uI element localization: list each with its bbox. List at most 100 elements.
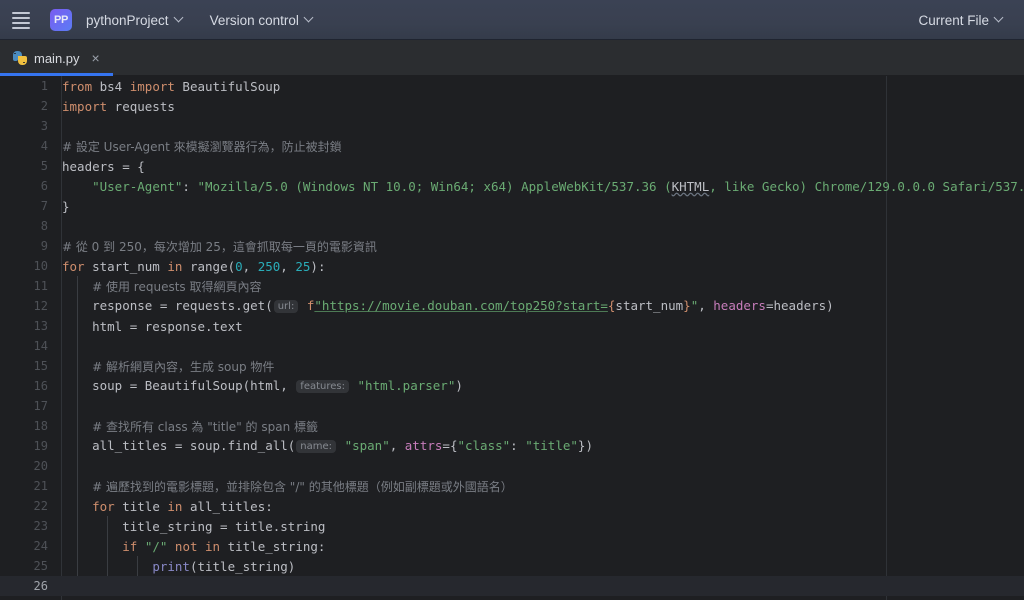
code-line-text: for start_num in range(0, 250, 25): (62, 259, 325, 274)
close-icon[interactable]: × (89, 51, 103, 65)
code-line[interactable]: 7} (0, 196, 1024, 216)
code-line[interactable]: 4 # 設定 User-Agent 來模擬瀏覽器行為，防止被封鎖 (0, 136, 1024, 156)
line-number: 14 (33, 339, 48, 353)
line-number: 15 (33, 359, 48, 373)
code-line[interactable]: 23 title_string = title.string (0, 516, 1024, 536)
code-token: "Mozilla/5.0 (Windows NT 10.0; Win64; x6… (197, 178, 672, 194)
code-line[interactable]: 15 # 解析網頁內容，生成 soup 物件 (0, 356, 1024, 376)
code-token: KHTML (671, 178, 710, 194)
code-token: # 查找所有 class 為 "title" 的 span 標籤 (92, 419, 318, 434)
code-line[interactable]: 22 for title in all_titles: (0, 496, 1024, 516)
code-token: import (62, 98, 108, 114)
code-token: : (510, 438, 526, 453)
code-token: requests (107, 98, 175, 114)
code-token: , (389, 438, 405, 453)
code-line[interactable]: 18 # 查找所有 class 為 "title" 的 span 標籤 (0, 416, 1024, 436)
line-number: 6 (40, 179, 48, 193)
line-number: 22 (33, 499, 48, 513)
project-name-label: pythonProject (86, 12, 169, 28)
code-token: title (114, 498, 168, 514)
version-control-widget[interactable]: Version control (204, 10, 320, 31)
code-line-text: # 使用 requests 取得網頁內容 (62, 278, 261, 295)
line-number: 5 (40, 159, 48, 173)
code-line[interactable]: 10 for start_num in range(0, 250, 25): (0, 256, 1024, 276)
line-number: 18 (33, 419, 48, 433)
code-content[interactable]: 1 from bs4 import BeautifulSoup 2 import re… (0, 76, 1024, 600)
code-line[interactable]: 3 (0, 116, 1024, 136)
code-token: attrs (404, 438, 443, 453)
code-line[interactable]: 14 (0, 336, 1024, 356)
code-line[interactable]: 26 (0, 576, 1024, 596)
code-token: 250 (257, 258, 281, 274)
code-line[interactable]: 11 # 使用 requests 取得網頁內容 (0, 276, 1024, 296)
code-line[interactable]: 25 print(title_string) (0, 556, 1024, 576)
indent-guide (76, 396, 78, 416)
code-token: # 從 0 到 250，每次增加 25，這會抓取每一頁的電影資訊 (62, 239, 377, 254)
code-line[interactable]: 12 response = requests.get(url: f"https:… (0, 296, 1024, 316)
code-token: # 遍歷找到的電影標題，並排除包含 "/" 的其他標題（例如副標題或外國語名） (92, 479, 513, 494)
code-token: "html.parser" (357, 378, 456, 393)
code-line-text: response = requests.get(url: f"https://m… (62, 298, 834, 314)
code-token: all_titles: (182, 498, 273, 514)
code-line[interactable]: 9 # 從 0 到 250，每次增加 25，這會抓取每一頁的電影資訊 (0, 236, 1024, 256)
code-line-text: # 查找所有 class 為 "title" 的 span 標籤 (62, 418, 318, 435)
code-line[interactable]: 6 "User-Agent": "Mozilla/5.0 (Windows NT… (0, 176, 1024, 196)
main-menu-icon[interactable] (10, 9, 32, 31)
code-token: not (174, 538, 198, 554)
code-line[interactable]: 2 import requests (0, 96, 1024, 116)
code-token: "span" (344, 438, 390, 453)
code-token: range( (182, 258, 236, 274)
hamburger-bar (12, 11, 30, 14)
code-line-text: title_string = title.string (62, 519, 325, 534)
indent-guide (76, 336, 78, 356)
code-token: bs4 (92, 78, 130, 94)
code-line[interactable]: 1 from bs4 import BeautifulSoup (0, 76, 1024, 96)
line-number: 12 (33, 299, 48, 313)
code-editor[interactable]: 1 from bs4 import BeautifulSoup 2 import re… (0, 76, 1024, 600)
hamburger-bar (12, 21, 30, 24)
code-line-text: # 設定 User-Agent 來模擬瀏覽器行為，防止被封鎖 (62, 138, 342, 155)
code-token: title_string: (220, 538, 326, 554)
code-line[interactable]: 8 (0, 216, 1024, 236)
code-line[interactable]: 16 soup = BeautifulSoup(html, features: … (0, 376, 1024, 396)
code-line[interactable]: 21 # 遍歷找到的電影標題，並排除包含 "/" 的其他標題（例如副標題或外國語… (0, 476, 1024, 496)
project-name-selector[interactable]: pythonProject (80, 10, 190, 31)
python-file-icon (12, 51, 27, 66)
line-number: 11 (33, 279, 48, 293)
code-token: "https://movie.douban.com/top250?start= (314, 298, 608, 313)
code-token: import (129, 78, 175, 94)
code-line-text: all_titles = soup.find_all(name: "span",… (62, 438, 593, 454)
hamburger-bar (12, 16, 30, 19)
line-number: 16 (33, 379, 48, 393)
code-token: in (205, 538, 221, 554)
code-token: 25 (295, 258, 311, 274)
code-line[interactable]: 24 if "/" not in title_string: (0, 536, 1024, 556)
code-line-text: from bs4 import BeautifulSoup (62, 79, 280, 94)
code-token: "/" (144, 538, 168, 554)
version-control-label: Version control (209, 12, 299, 28)
editor-tab-main-py[interactable]: main.py × (0, 40, 113, 76)
line-number: 19 (33, 439, 48, 453)
code-line[interactable]: 13 html = response.text (0, 316, 1024, 336)
code-token: =headers) (765, 298, 834, 313)
run-configuration-selector[interactable]: Current File (912, 10, 1010, 31)
title-bar: PP pythonProject Version control Current… (0, 0, 1024, 40)
code-line[interactable]: 20 (0, 456, 1024, 476)
code-line[interactable]: 5 headers = { (0, 156, 1024, 176)
line-number: 8 (40, 219, 48, 233)
code-token: , like Gecko) Chrome/129.0.0.0 Safari/53… (709, 178, 1024, 194)
line-number: 2 (40, 99, 48, 113)
code-line[interactable]: 17 (0, 396, 1024, 416)
line-number: 25 (33, 559, 48, 573)
line-number: 23 (33, 519, 48, 533)
code-line[interactable]: 19 all_titles = soup.find_all(name: "spa… (0, 436, 1024, 456)
code-token: (title_string) (189, 558, 296, 574)
line-number: 21 (33, 479, 48, 493)
